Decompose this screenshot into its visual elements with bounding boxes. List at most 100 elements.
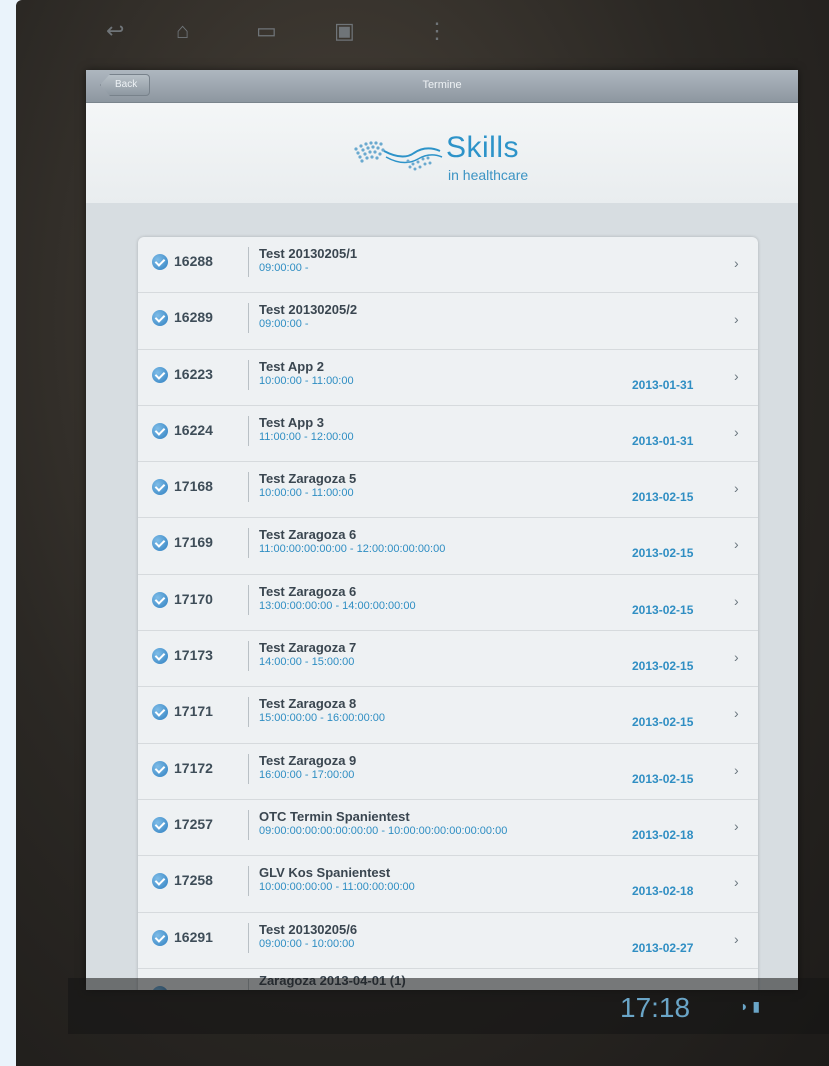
appointment-time: 11:00:00:00:00:00 - 12:00:00:00:00:00	[259, 543, 446, 556]
appointment-date: 2013-02-15	[632, 771, 694, 786]
appointment-date: 2013-02-15	[632, 602, 694, 617]
list-item[interactable]: 16224 Test App 3 11:00:00 - 12:00:00 201…	[138, 406, 758, 463]
appointment-id: 16289	[174, 309, 213, 326]
divider	[248, 528, 249, 559]
list-item[interactable]: 16289 Test 20130205/2 09:00:00 - ›	[138, 293, 758, 350]
check-circle-icon	[152, 648, 168, 665]
logo-banner: Skills in healthcare	[86, 103, 798, 203]
appointment-date: 2013-02-18	[632, 884, 694, 899]
appointment-time: 09:00:00 - 10:00:00	[259, 937, 355, 950]
logo-tagline: in healthcare	[448, 167, 529, 183]
list-item[interactable]: 17173 Test Zaragoza 7 14:00:00 - 15:00:0…	[138, 631, 758, 688]
appointment-title: Test Zaragoza 9	[259, 752, 357, 768]
app-screen: Back Termine Skills in healthcare 16288 …	[86, 70, 798, 990]
appointment-time: 11:00:00 - 12:00:00	[259, 430, 354, 443]
chevron-right-icon: ›	[734, 930, 739, 947]
chevron-right-icon: ›	[734, 255, 739, 271]
appointment-time: 13:00:00:00:00 - 14:00:00:00:00	[259, 599, 416, 612]
top-bar: Back Termine	[86, 70, 798, 103]
appointment-id: 16223	[174, 365, 213, 382]
screenshot-icon[interactable]: ▣	[334, 20, 355, 42]
check-circle-icon	[152, 479, 168, 496]
appointment-time: 10:00:00 - 11:00:00	[259, 374, 354, 387]
chevron-right-icon: ›	[734, 592, 739, 609]
check-circle-icon	[152, 760, 168, 777]
divider	[248, 303, 249, 334]
appointment-date: 2013-01-31	[632, 433, 694, 448]
divider	[248, 697, 249, 728]
back-nav-icon[interactable]: ↩	[106, 20, 124, 42]
page-title: Termine	[422, 79, 462, 91]
appointment-time: 10:00:00 - 11:00:00	[259, 487, 354, 500]
appointment-id: 17258	[174, 872, 213, 889]
appointment-id: 17170	[174, 590, 213, 607]
wifi-icon: ◗	[740, 998, 749, 1014]
list-item[interactable]: 17171 Test Zaragoza 8 15:00:00:00 - 16:0…	[138, 687, 758, 744]
appointment-title: OTC Termin Spanientest	[259, 808, 410, 824]
skills-logo-icon	[354, 141, 443, 171]
logo-wordmark: Skills	[446, 131, 520, 164]
check-circle-icon	[152, 873, 168, 890]
check-circle-icon	[152, 254, 168, 270]
appointment-id: 17169	[174, 534, 213, 551]
appointment-title: Test 20130205/2	[259, 302, 358, 318]
list-item[interactable]: 16288 Test 20130205/1 09:00:00 - ›	[138, 237, 758, 294]
chevron-right-icon: ›	[734, 311, 739, 328]
appointment-title: Test Zaragoza 8	[259, 696, 357, 712]
appointment-time: 15:00:00:00 - 16:00:00:00	[259, 712, 385, 725]
system-nav-bar	[68, 978, 829, 1034]
appointment-date: 2013-02-27	[632, 940, 694, 955]
list-item[interactable]: 17170 Test Zaragoza 6 13:00:00:00:00 - 1…	[138, 575, 758, 632]
divider	[248, 641, 249, 672]
home-nav-icon[interactable]: ⌂	[176, 20, 189, 42]
appointment-time: 16:00:00 - 17:00:00	[259, 768, 355, 781]
list-item[interactable]: 17258 GLV Kos Spanientest 10:00:00:00:00…	[138, 856, 758, 913]
appointment-date: 2013-02-15	[632, 659, 694, 674]
appointment-id: 17257	[174, 815, 213, 832]
check-circle-icon	[152, 422, 168, 439]
appointment-title: Test 20130205/6	[259, 921, 358, 937]
appointment-title: Test Zaragoza 7	[259, 640, 357, 656]
divider	[248, 472, 249, 503]
appointment-id: 17171	[174, 703, 213, 720]
appointment-id: 16291	[174, 928, 213, 945]
check-circle-icon	[152, 591, 168, 608]
check-circle-icon	[152, 366, 168, 383]
appointment-time: 09:00:00 -	[259, 262, 309, 274]
appointment-time: 09:00:00:00:00:00:00:00 - 10:00:00:00:00…	[259, 824, 508, 837]
appointment-title: GLV Kos Spanientest	[259, 865, 391, 881]
appointment-time: 09:00:00 -	[259, 318, 309, 331]
check-circle-icon	[152, 310, 168, 327]
appointment-id: 17172	[174, 759, 213, 776]
divider	[248, 922, 249, 953]
chevron-right-icon: ›	[734, 874, 739, 891]
chevron-right-icon: ›	[734, 761, 739, 778]
list-item[interactable]: 17169 Test Zaragoza 6 11:00:00:00:00:00 …	[138, 518, 758, 575]
list-item[interactable]: 16223 Test App 2 10:00:00 - 11:00:00 201…	[138, 350, 758, 406]
chevron-right-icon: ›	[734, 649, 739, 666]
divider	[248, 359, 249, 390]
appointment-title: Test App 2	[259, 358, 325, 374]
menu-dots-icon[interactable]: ⋮	[426, 20, 448, 42]
recent-apps-icon[interactable]: ▭	[256, 20, 277, 42]
appointment-list: 16288 Test 20130205/1 09:00:00 - › 16289…	[138, 237, 758, 990]
appointment-title: Test Zaragoza 5	[259, 471, 357, 487]
list-item[interactable]: 17168 Test Zaragoza 5 10:00:00 - 11:00:0…	[138, 462, 758, 519]
appointment-date: 2013-02-15	[632, 546, 694, 561]
appointment-date: 2013-01-31	[632, 377, 694, 392]
appointment-title: Test Zaragoza 6	[259, 583, 357, 599]
status-clock: 17:18	[620, 992, 691, 1023]
battery-icon: ▮	[752, 998, 761, 1014]
divider	[248, 753, 249, 784]
list-item[interactable]: 17172 Test Zaragoza 9 16:00:00 - 17:00:0…	[138, 744, 758, 800]
divider	[248, 809, 249, 840]
appointment-title: Test App 3	[259, 414, 325, 430]
check-circle-icon	[152, 929, 168, 946]
divider	[248, 866, 249, 897]
appointment-title: Test Zaragoza 6	[259, 527, 357, 543]
check-circle-icon	[152, 816, 168, 833]
list-item[interactable]: 17257 OTC Termin Spanientest 09:00:00:00…	[138, 800, 758, 857]
chevron-right-icon: ›	[734, 423, 739, 440]
list-item[interactable]: 16291 Test 20130205/6 09:00:00 - 10:00:0…	[138, 913, 758, 969]
appointment-time: 10:00:00:00:00 - 11:00:00:00:00	[259, 881, 415, 894]
